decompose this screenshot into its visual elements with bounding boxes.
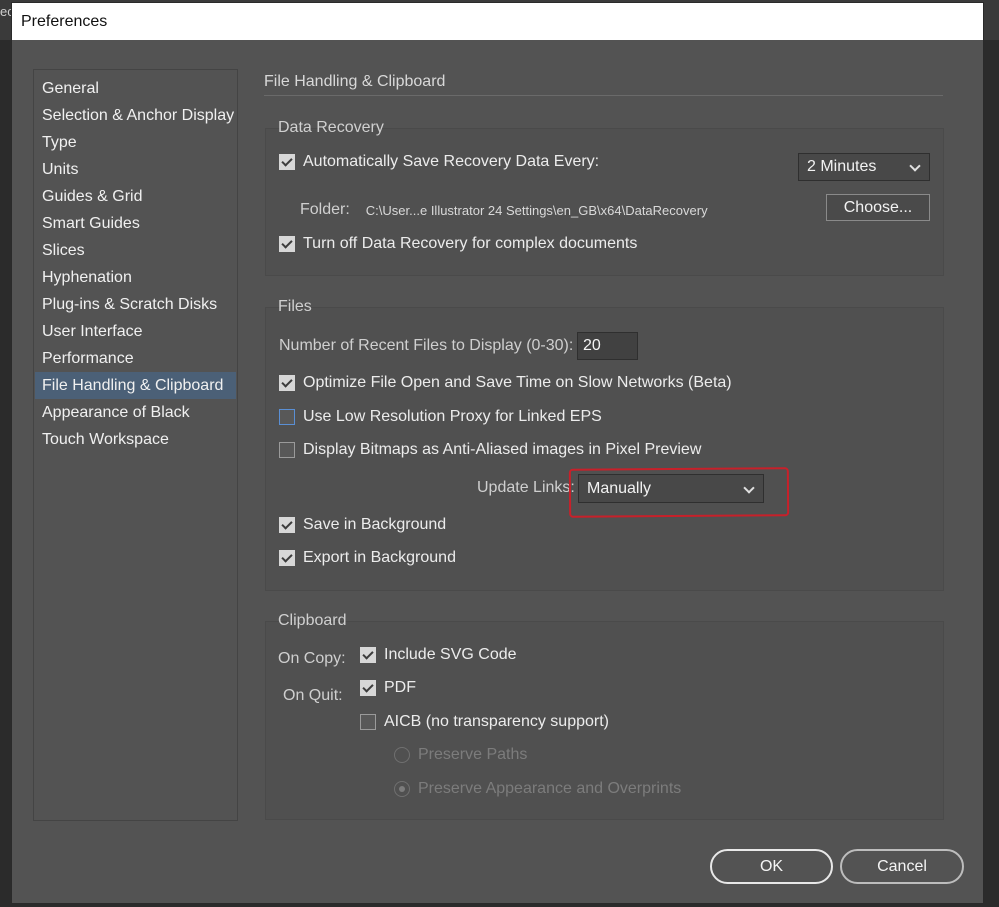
low-res-proxy-checkbox[interactable] — [279, 409, 295, 425]
anti-aliased-checkbox[interactable] — [279, 442, 295, 458]
folder-path: C:\User...e Illustrator 24 Settings\en_G… — [365, 202, 708, 218]
ok-button[interactable]: OK — [710, 849, 833, 884]
auto-save-row[interactable]: Automatically Save Recovery Data Every: — [279, 153, 599, 171]
save-background-checkbox[interactable] — [279, 517, 295, 533]
nav-item-guides-and-grid[interactable]: Guides & Grid — [35, 183, 236, 210]
dialog-titlebar: Preferences — [12, 3, 983, 40]
preserve-paths-radio[interactable] — [394, 747, 410, 763]
recovery-interval-value: 2 Minutes — [807, 158, 877, 175]
title-divider — [264, 95, 943, 96]
annotation-highlight — [568, 467, 790, 518]
svg-code-row[interactable]: Include SVG Code — [360, 646, 517, 664]
aicb-checkbox[interactable] — [360, 714, 376, 730]
on-copy-row: On Copy: — [278, 650, 346, 668]
turn-off-recovery-row[interactable]: Turn off Data Recovery for complex docum… — [279, 235, 637, 253]
turn-off-recovery-label: Turn off Data Recovery for complex docum… — [303, 235, 638, 252]
low-res-proxy-label: Use Low Resolution Proxy for Linked EPS — [303, 408, 602, 425]
nav-item-selection-and-anchor-display[interactable]: Selection & Anchor Display — [35, 102, 236, 129]
on-quit-label: On Quit: — [283, 687, 343, 704]
nav-item-slices[interactable]: Slices — [35, 237, 236, 264]
auto-save-checkbox[interactable] — [279, 154, 295, 170]
data-recovery-label: Data Recovery — [278, 119, 384, 136]
on-copy-label: On Copy: — [278, 650, 346, 667]
nav-item-smart-guides[interactable]: Smart Guides — [35, 210, 236, 237]
aicb-label: AICB (no transparency support) — [384, 713, 609, 730]
anti-aliased-label: Display Bitmaps as Anti-Aliased images i… — [303, 441, 702, 458]
update-links-label: Update Links: — [477, 479, 575, 496]
chevron-down-icon — [909, 160, 921, 172]
recent-files-row: Number of Recent Files to Display (0-30)… — [279, 337, 573, 355]
nav-item-units[interactable]: Units — [35, 156, 236, 183]
nav-item-file-handling-and-clipboard[interactable]: File Handling & Clipboard — [35, 372, 236, 399]
files-label: Files — [278, 298, 312, 315]
pdf-row[interactable]: PDF — [360, 679, 416, 697]
preserve-appearance-row[interactable]: Preserve Appearance and Overprints — [394, 780, 681, 798]
dialog-title: Preferences — [21, 13, 108, 30]
preserve-paths-row[interactable]: Preserve Paths — [394, 746, 527, 764]
save-background-row[interactable]: Save in Background — [279, 516, 446, 534]
clipboard-label: Clipboard — [278, 612, 347, 629]
turn-off-recovery-checkbox[interactable] — [279, 236, 295, 252]
preferences-dialog: Preferences General Selection & Anchor Di… — [12, 3, 983, 903]
pdf-checkbox[interactable] — [360, 680, 376, 696]
nav-item-general[interactable]: General — [35, 75, 236, 102]
anti-aliased-row[interactable]: Display Bitmaps as Anti-Aliased images i… — [279, 441, 701, 459]
export-background-label: Export in Background — [303, 549, 456, 566]
nav-item-touch-workspace[interactable]: Touch Workspace — [35, 426, 236, 453]
recovery-interval-select[interactable]: 2 Minutes — [798, 153, 930, 181]
recent-files-label: Number of Recent Files to Display (0-30)… — [279, 337, 574, 354]
nav-item-appearance-of-black[interactable]: Appearance of Black — [35, 399, 236, 426]
nav-item-plug-ins-and-scratch-disks[interactable]: Plug-ins & Scratch Disks — [35, 291, 236, 318]
recent-files-input[interactable]: 20 — [577, 332, 638, 360]
save-background-label: Save in Background — [303, 516, 447, 533]
preferences-nav: General Selection & Anchor Display Type Uni… — [33, 69, 238, 821]
update-links-row: Update Links: — [477, 479, 575, 497]
folder-label: Folder: — [300, 201, 350, 218]
page-title: File Handling & Clipboard — [264, 73, 446, 90]
aicb-row[interactable]: AICB (no transparency support) — [360, 713, 609, 731]
nav-item-type[interactable]: Type — [35, 129, 236, 156]
svg-code-label: Include SVG Code — [384, 646, 517, 663]
preserve-appearance-label: Preserve Appearance and Overprints — [418, 780, 682, 797]
on-quit-row: On Quit: — [283, 687, 343, 705]
nav-item-performance[interactable]: Performance — [35, 345, 236, 372]
nav-item-hyphenation[interactable]: Hyphenation — [35, 264, 236, 291]
choose-folder-button[interactable]: Choose... — [826, 194, 930, 221]
export-background-row[interactable]: Export in Background — [279, 549, 456, 567]
optimize-row[interactable]: Optimize File Open and Save Time on Slow… — [279, 374, 732, 392]
svg-code-checkbox[interactable] — [360, 647, 376, 663]
nav-item-user-interface[interactable]: User Interface — [35, 318, 236, 345]
auto-save-label: Automatically Save Recovery Data Every: — [303, 153, 600, 170]
preserve-appearance-radio[interactable] — [394, 781, 410, 797]
folder-row: Folder: C:\User...e Illustrator 24 Setti… — [300, 201, 708, 219]
optimize-label: Optimize File Open and Save Time on Slow… — [303, 374, 732, 391]
low-res-proxy-row[interactable]: Use Low Resolution Proxy for Linked EPS — [279, 408, 602, 426]
nav-list: General Selection & Anchor Display Type Uni… — [34, 70, 237, 453]
cancel-button[interactable]: Cancel — [840, 849, 964, 884]
pdf-label: PDF — [384, 679, 416, 696]
preserve-paths-label: Preserve Paths — [418, 746, 528, 763]
export-background-checkbox[interactable] — [279, 550, 295, 566]
optimize-checkbox[interactable] — [279, 375, 295, 391]
